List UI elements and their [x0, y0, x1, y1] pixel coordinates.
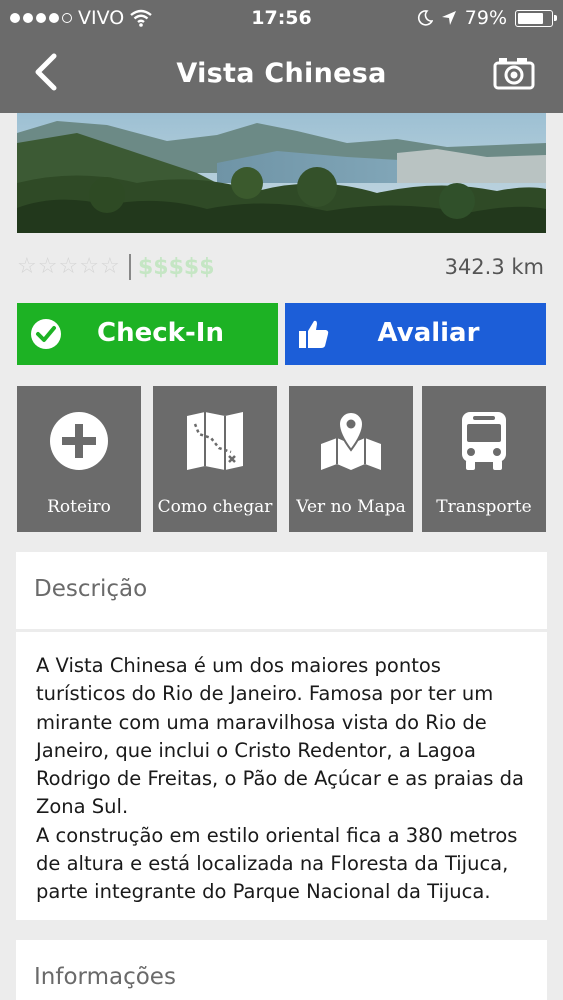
- star-icon: ☆: [58, 254, 79, 279]
- star-icon: ☆: [17, 254, 37, 279]
- moon-icon: [417, 10, 433, 26]
- rating-row: ☆ ☆ ☆ ☆ ☆ $$$$$ 342.3 km: [17, 252, 546, 282]
- description-text: A Vista Chinesa é um dos maiores pontos …: [16, 632, 547, 907]
- star-rating[interactable]: ☆ ☆ ☆ ☆ ☆: [17, 254, 120, 279]
- divider: [129, 254, 131, 280]
- description-card: Descrição A Vista Chinesa é um dos maior…: [16, 552, 547, 920]
- info-heading: Informações: [34, 964, 176, 990]
- description-paragraph: A Vista Chinesa é um dos maiores pontos …: [36, 654, 524, 819]
- location-arrow-icon: [441, 11, 456, 25]
- tile-label: Ver no Mapa: [296, 497, 406, 517]
- battery-icon: [515, 9, 557, 27]
- price-level: $$$$$: [138, 255, 215, 280]
- route-map-icon: [187, 412, 243, 470]
- battery-percent: 79%: [464, 7, 507, 29]
- navigation-bar: Vista Chinesa: [0, 36, 563, 113]
- page-title: Vista Chinesa: [176, 58, 387, 89]
- description-heading: Descrição: [34, 576, 148, 602]
- rate-label: Avaliar: [377, 318, 480, 348]
- camera-icon[interactable]: [493, 56, 535, 90]
- bus-icon: [462, 412, 506, 470]
- plus-circle-icon: [50, 412, 108, 470]
- tile-roteiro[interactable]: Roteiro: [17, 386, 141, 532]
- checkin-button[interactable]: Check-In: [17, 303, 278, 365]
- tile-label: Como chegar: [157, 497, 273, 517]
- rate-button[interactable]: Avaliar: [285, 303, 546, 365]
- description-paragraph: A construção em estilo oriental fica a 3…: [36, 823, 518, 904]
- info-card[interactable]: Informações: [16, 940, 547, 1000]
- checkin-label: Check-In: [97, 318, 224, 348]
- map-pin-icon: [321, 410, 381, 470]
- star-icon: ☆: [99, 254, 120, 279]
- hero-image: [17, 113, 546, 233]
- star-icon: ☆: [37, 254, 58, 279]
- star-icon: ☆: [79, 254, 99, 279]
- tile-como-chegar[interactable]: Como chegar: [153, 386, 277, 532]
- distance-label: 342.3 km: [444, 255, 544, 279]
- tile-transporte[interactable]: Transporte: [422, 386, 546, 532]
- tile-label: Roteiro: [47, 497, 111, 517]
- status-bar: VIVO 17:56 79%: [0, 0, 563, 36]
- tile-label: Transporte: [436, 497, 532, 517]
- tile-ver-no-mapa[interactable]: Ver no Mapa: [289, 386, 413, 532]
